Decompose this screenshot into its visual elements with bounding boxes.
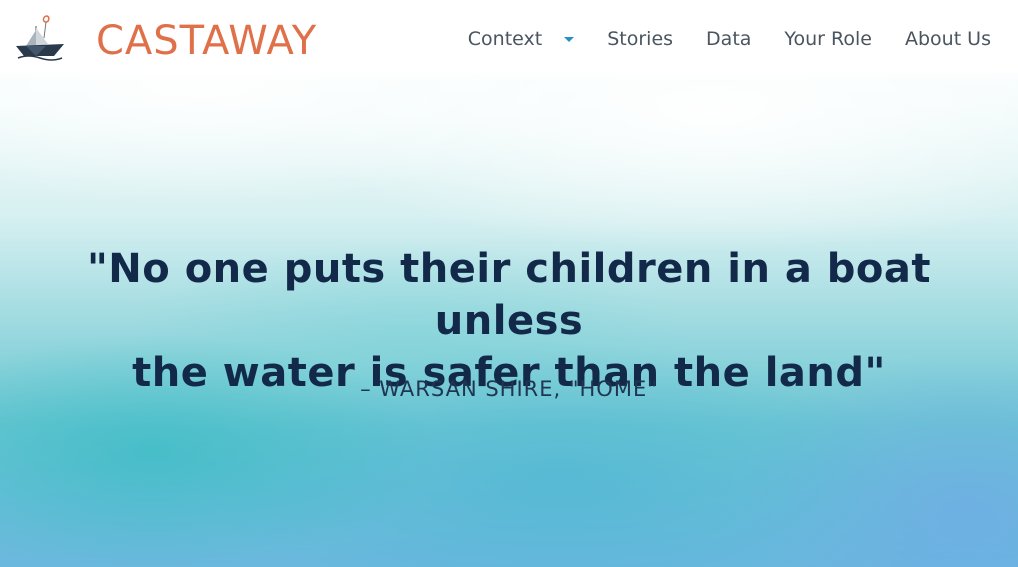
quote-attribution: – WARSAN SHIRE, "HOME": [360, 377, 658, 401]
hero-section: "No one puts their children in a boat un…: [0, 0, 1018, 567]
nav-about-us[interactable]: About Us: [905, 28, 991, 50]
nav-context[interactable]: Context: [467, 28, 575, 50]
nav-stories[interactable]: Stories: [607, 28, 673, 50]
top-navbar: CASTAWAY Context Stories Data Your Role …: [0, 0, 1018, 82]
nav-data[interactable]: Data: [706, 28, 751, 50]
nav-context-label: Context: [467, 28, 543, 50]
caret-down-icon[interactable]: [564, 36, 575, 42]
hero-quote: "No one puts their children in a boat un…: [29, 243, 989, 399]
paper-boat-icon[interactable]: [14, 12, 66, 62]
main-nav: Context Stories Data Your Role About Us: [468, 28, 991, 50]
quote-line-1: "No one puts their children in a boat un…: [86, 246, 932, 344]
nav-your-role[interactable]: Your Role: [784, 28, 872, 50]
brand-name[interactable]: CASTAWAY: [96, 18, 317, 64]
